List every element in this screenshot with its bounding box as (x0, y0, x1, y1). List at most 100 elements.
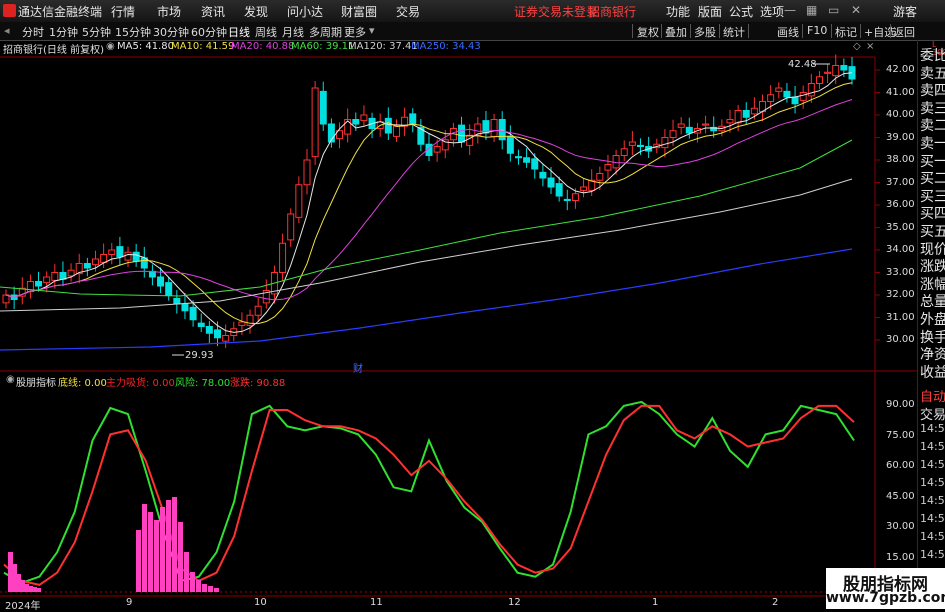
candle-body (311, 87, 319, 158)
candle-body (783, 90, 791, 98)
candle-body (637, 144, 644, 147)
candle-body (799, 92, 807, 101)
candle-body (222, 335, 230, 342)
indicator-bar (160, 507, 165, 592)
candle-body (108, 249, 116, 255)
low-price-label: 29.93 (185, 350, 214, 361)
candle-body (116, 246, 124, 258)
candle-body (319, 90, 327, 125)
indicator-side-label-0[interactable]: 自动 (920, 386, 945, 405)
candle-body (514, 156, 522, 159)
indicator-bar (154, 520, 159, 592)
date-tick-4: 12 (508, 597, 521, 608)
candle-body (43, 276, 51, 284)
candle-body (563, 198, 571, 201)
indicator-bar (166, 500, 171, 592)
candle-body (205, 326, 213, 334)
quote-side-panel: L 300 委比 卖五 卖四 卖三 卖二 卖一 买一 买二 买三 买四 买五 现价 涨跌 涨幅 总量 外盘 换手净… (917, 40, 945, 609)
price-tick-5: 37.00 (886, 176, 915, 188)
candle-body (742, 110, 750, 118)
indicator-side-label-3: 14:56 (920, 440, 945, 453)
indicator-bar (172, 497, 177, 592)
candle-body (547, 177, 555, 188)
candle-body (840, 65, 848, 71)
candle-body (807, 83, 815, 97)
indicator-tick-5: 15.00 (886, 551, 915, 563)
candle-body (539, 171, 547, 179)
price-tick-3: 39.00 (886, 131, 915, 143)
date-tick-1: 9 (126, 597, 133, 608)
candle-body (702, 123, 710, 126)
indicator-tick-3: 45.00 (886, 490, 915, 502)
candle-body (734, 110, 742, 124)
candle-body (767, 94, 775, 102)
indicator-settings-icon[interactable]: ◉ (6, 374, 15, 385)
candle-body (360, 114, 368, 122)
indicator-tick-2: 60.00 (886, 460, 915, 471)
indicator-bar (190, 572, 195, 592)
ma120-line (0, 178, 853, 312)
candle-body (295, 184, 303, 218)
candle-body (555, 183, 563, 197)
candle-body (604, 164, 612, 171)
indicator-side-label-9: 14:56 (920, 548, 945, 561)
candle-body (815, 76, 823, 84)
indicator-value-1: 主力吸货: 0.00 (106, 378, 175, 389)
candle-body (620, 148, 628, 156)
candle-body (124, 251, 132, 261)
indicator-name[interactable]: 股朋指标 (16, 374, 56, 389)
candle-body (750, 107, 758, 115)
candle-body (832, 65, 840, 77)
candle-body (238, 321, 246, 326)
price-tick-6: 36.00 (886, 199, 915, 210)
price-tick-11: 31.00 (886, 311, 915, 323)
candle-body (523, 157, 531, 163)
indicator-risk-line (3, 400, 855, 584)
watermark-url: www.7gpzb.com (826, 590, 945, 606)
candle-body (490, 119, 498, 137)
indicator-bar (178, 522, 183, 592)
candle-body (775, 87, 783, 92)
candle-body (287, 213, 295, 241)
candle-body (409, 113, 417, 125)
indicator-bar (136, 530, 141, 592)
candle-body (628, 141, 636, 146)
ma5-line (5, 72, 853, 333)
candle-body (669, 130, 677, 138)
indicator-side-label-6: 14:56 (920, 494, 945, 507)
candle-body (303, 159, 311, 186)
indicator-value-2: 风险: 78.00 (175, 378, 231, 389)
price-tick-4: 38.00 (886, 154, 915, 165)
indicator-side-label-8: 14:56 (920, 530, 945, 543)
candle-body (83, 263, 91, 269)
candle-body (165, 282, 173, 296)
price-tick-8: 34.00 (886, 244, 915, 255)
candle-body (677, 123, 685, 128)
candle-body (661, 137, 669, 149)
finance-marker[interactable]: 财 (353, 360, 363, 375)
candle-body (352, 119, 360, 125)
indicator-side-label-5: 14:56 (920, 476, 945, 489)
date-tick-2: 10 (254, 597, 267, 608)
indicator-tick-4: 30.00 (886, 521, 915, 532)
candle-body (824, 71, 832, 74)
candle-body (384, 117, 392, 134)
candle-body (214, 329, 221, 339)
candle-body (197, 322, 205, 327)
kline-chart[interactable] (0, 0, 945, 609)
candle-body (344, 119, 352, 135)
indicator-side-label-1[interactable]: 交易 (920, 404, 945, 423)
date-tick-5: 1 (652, 597, 659, 608)
indicator-side-label-4: 14:56 (920, 458, 945, 471)
candle-body (35, 281, 43, 287)
date-tick-6: 2 (772, 597, 779, 608)
indicator-bar (184, 552, 189, 592)
price-tick-1: 41.00 (886, 86, 915, 98)
candle-body (173, 297, 181, 305)
candle-body (685, 126, 693, 134)
indicator-bar (214, 588, 219, 592)
candle-body (392, 125, 400, 137)
candle-body (67, 269, 75, 277)
price-tick-0: 42.00 (886, 64, 915, 75)
candle-body (458, 124, 466, 143)
